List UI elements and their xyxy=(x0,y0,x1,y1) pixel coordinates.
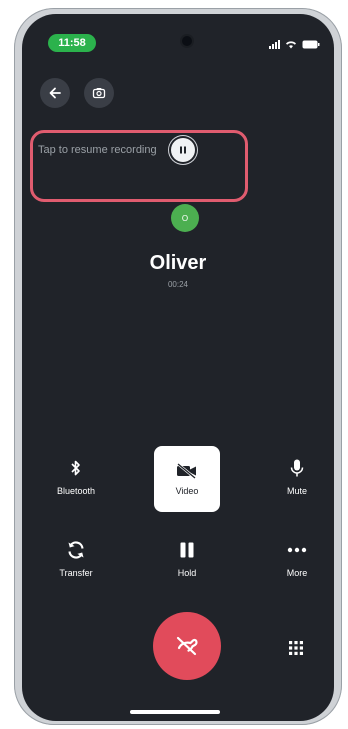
home-indicator[interactable] xyxy=(130,710,220,714)
status-time: 11:58 xyxy=(48,34,96,52)
front-camera xyxy=(182,36,192,46)
hold-button[interactable]: Hold xyxy=(147,536,227,578)
mute-label: Mute xyxy=(286,486,307,496)
keypad-icon xyxy=(289,641,303,655)
screenshot-button[interactable] xyxy=(84,78,114,108)
caller-avatar: O xyxy=(171,204,199,232)
arrow-left-icon xyxy=(49,87,61,99)
wifi-icon xyxy=(285,40,297,49)
bluetooth-icon xyxy=(71,460,80,476)
more-button[interactable]: More xyxy=(257,536,334,578)
back-button[interactable] xyxy=(40,78,70,108)
video-button[interactable]: Video xyxy=(154,446,220,512)
call-duration: 00:24 xyxy=(167,280,189,289)
signal-icon xyxy=(269,39,280,49)
hold-label: Hold xyxy=(177,568,197,578)
video-label: Video xyxy=(175,486,199,496)
status-bar: 11:58 xyxy=(22,14,334,52)
phone-screen: 11:58 Tap to resume recording O Oliver 0… xyxy=(22,14,334,721)
transfer-label: Transfer xyxy=(59,568,93,578)
transfer-icon xyxy=(68,541,84,559)
battery-icon xyxy=(302,40,320,49)
pause-icon xyxy=(180,542,194,558)
end-call-button[interactable] xyxy=(153,612,221,680)
transfer-button[interactable]: Transfer xyxy=(36,536,116,578)
camera-icon xyxy=(92,88,106,99)
microphone-icon xyxy=(290,459,304,477)
more-icon xyxy=(287,547,307,553)
phone-hangup-icon xyxy=(176,636,198,656)
bluetooth-button[interactable]: Bluetooth xyxy=(36,454,116,496)
bluetooth-label: Bluetooth xyxy=(56,486,96,496)
more-label: More xyxy=(286,568,308,578)
mute-button[interactable]: Mute xyxy=(257,454,334,496)
video-off-icon xyxy=(177,462,196,480)
keypad-button[interactable] xyxy=(284,636,308,660)
recording-highlight-box xyxy=(30,130,248,202)
caller-name: Oliver xyxy=(149,252,207,274)
status-icons xyxy=(269,37,320,49)
